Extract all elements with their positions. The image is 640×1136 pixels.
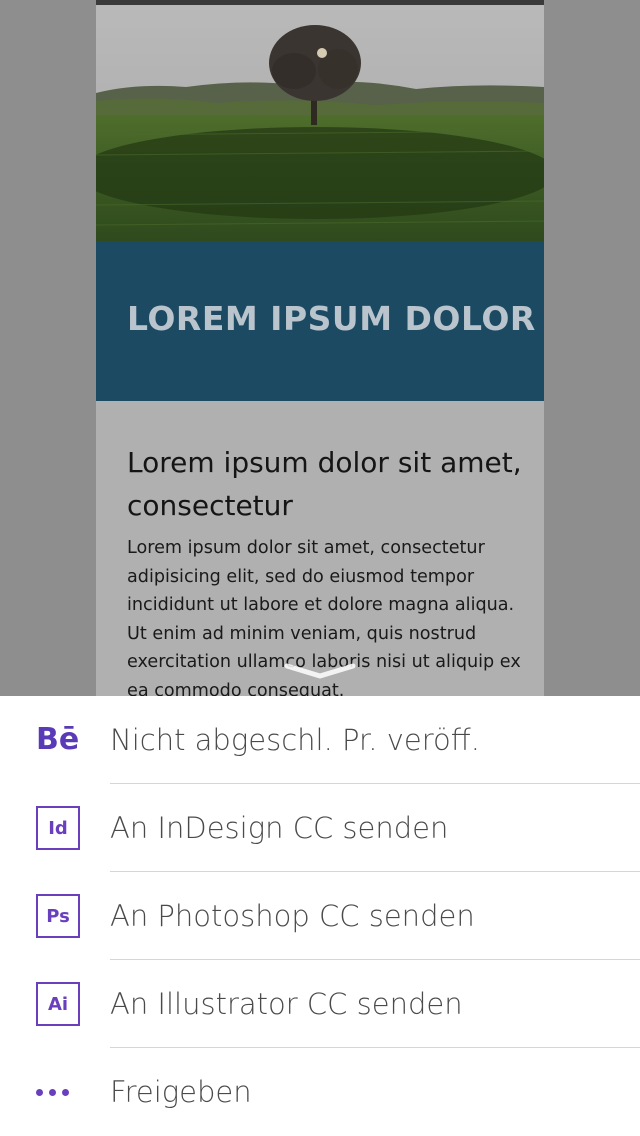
share-item-label: An InDesign CC senden (110, 811, 449, 845)
title-banner: LOREM IPSUM DOLOR (96, 241, 544, 401)
share-item-label: Freigeben (110, 1075, 252, 1109)
share-item-photoshop[interactable]: Ps An Photoshop CC senden (0, 872, 640, 960)
share-item-label: An Photoshop CC senden (110, 899, 475, 933)
behance-icon: Bē (36, 722, 80, 757)
landscape-tree-image (96, 5, 544, 241)
document-preview: LOREM IPSUM DOLOR Lorem ipsum dolor sit … (96, 0, 544, 696)
share-item-indesign[interactable]: Id An InDesign CC senden (0, 784, 640, 872)
sheet-handle-chevron-icon[interactable] (283, 660, 357, 682)
banner-title: LOREM IPSUM DOLOR (127, 299, 536, 338)
share-action-sheet: Bē Nicht abgeschl. Pr. veröff. Id An InD… (0, 696, 640, 1136)
illustrator-icon: Ai (36, 982, 80, 1026)
share-item-label: An Illustrator CC senden (110, 987, 463, 1021)
hero-image (96, 5, 544, 241)
share-item-more[interactable]: Freigeben (0, 1048, 640, 1136)
photoshop-icon: Ps (36, 894, 80, 938)
dot (49, 1088, 56, 1096)
share-item-label: Nicht abgeschl. Pr. veröff. (110, 723, 480, 757)
dot (36, 1088, 43, 1096)
share-item-behance[interactable]: Bē Nicht abgeschl. Pr. veröff. (0, 696, 640, 784)
indesign-icon: Id (36, 806, 80, 850)
dot (62, 1088, 69, 1096)
article-heading: Lorem ipsum dolor sit amet, consectetur (127, 446, 522, 522)
share-item-illustrator[interactable]: Ai An Illustrator CC senden (0, 960, 640, 1048)
more-dots-icon (36, 1070, 80, 1114)
